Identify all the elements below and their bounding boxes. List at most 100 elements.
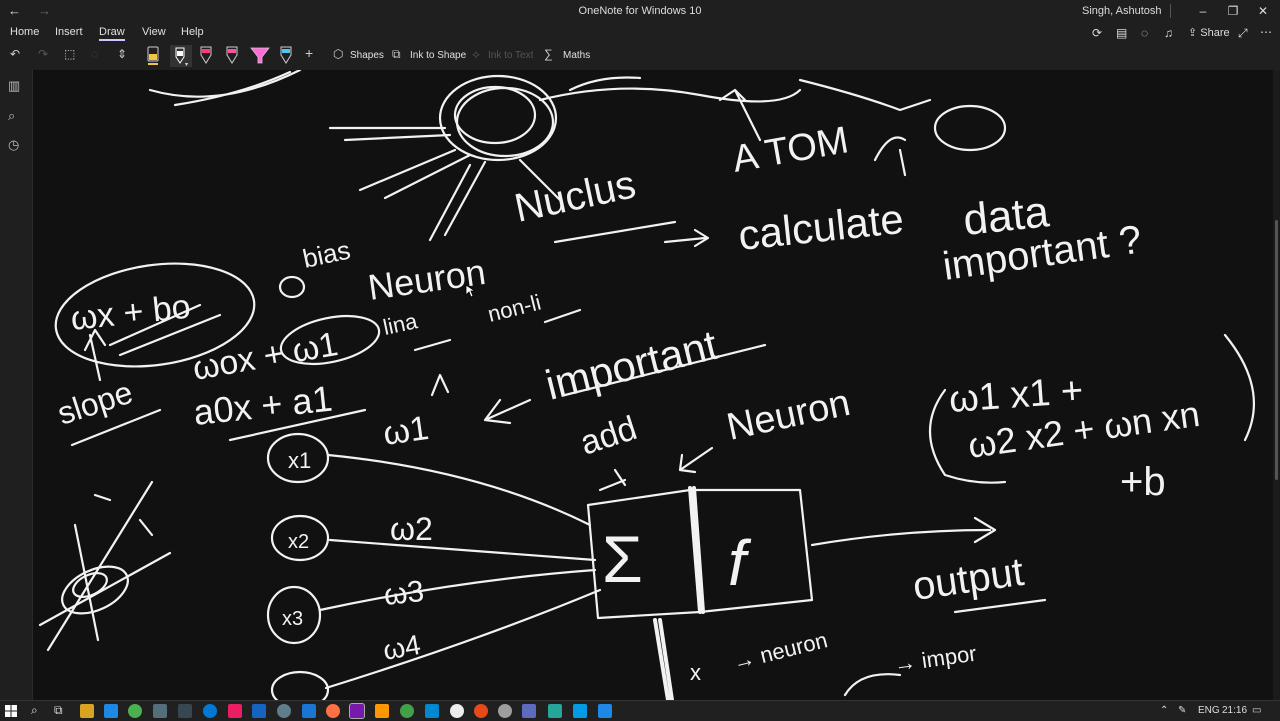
app-icon[interactable] [474,704,488,718]
language-indicator[interactable]: ENG [1198,705,1220,716]
ink-formula: a0x + a1 [192,378,335,433]
app-icon[interactable] [228,704,242,718]
app-icon[interactable] [548,704,562,718]
expand-icon[interactable]: ⤢ [1238,26,1248,41]
ink-word-add: add [576,409,642,463]
clock[interactable]: 21:16 [1222,705,1247,716]
chevron-up-icon[interactable]: ⌃ [1160,705,1168,716]
pen-red-icon[interactable] [198,45,214,67]
share-icon: ⇪ [1188,27,1201,39]
ink-label-x1: x1 [288,448,311,473]
ink-to-text-icon[interactable]: ⟡ [472,47,480,65]
app-icon[interactable] [598,704,612,718]
ink-weight-w1: ω1 [381,409,431,453]
add-space-icon[interactable]: ⇕ [117,47,127,65]
ink-formula: +b [1120,460,1166,504]
sync-icon[interactable]: ⟳ [1092,26,1102,40]
restore-button[interactable]: ❐ [1218,2,1248,20]
edge-icon[interactable] [203,704,217,718]
tab-help[interactable]: Help [181,26,204,38]
shapes-icon[interactable]: ⬡ [333,47,343,65]
task-view-icon[interactable]: ⧉ [54,703,63,718]
notebook-icon[interactable]: ▤ [1116,26,1127,40]
highlighter-yellow-icon[interactable] [145,45,161,67]
windows-start-icon[interactable] [5,705,17,717]
tab-view[interactable]: View [142,26,166,38]
snipping-tool-icon[interactable] [153,704,167,718]
outlook-icon[interactable] [104,704,118,718]
minimize-button[interactable]: – [1188,2,1218,20]
recent-icon[interactable]: ◷ [8,137,19,153]
share-button[interactable]: ⇪ Share [1188,26,1230,39]
tab-insert[interactable]: Insert [55,26,83,38]
ink-to-text-button[interactable]: Ink to Text [488,50,533,61]
ink-nucleus-circle [453,85,537,145]
vscode-icon[interactable] [425,704,439,718]
ink-word-nonlinear: non-li [485,290,543,327]
maths-icon[interactable]: ∑ [544,47,553,65]
ink-to-shape-button[interactable]: Ink to Shape [410,50,466,61]
settings-icon[interactable] [277,704,291,718]
pen-pink-icon[interactable] [224,45,240,67]
ink-divider [688,486,705,614]
svg-text:▾: ▾ [185,62,188,67]
ink-word-nucleus: Nuclus [511,162,640,230]
search-icon[interactable]: ⌕ [8,108,15,124]
onedrive-icon[interactable] [573,704,587,718]
ink-word-slope: slope [53,374,137,432]
undo-icon[interactable]: ↶ [10,47,20,65]
teams-icon[interactable] [522,704,536,718]
lasso-select-icon[interactable]: ◌ [91,47,98,65]
ink-stroke [328,126,487,242]
maths-button[interactable]: Maths [563,50,590,61]
redo-icon[interactable]: ↷ [38,47,48,65]
ink-sigma: Σ [602,522,643,596]
ink-underline [953,598,1047,614]
ink-label-x3: x3 [282,608,303,630]
firefox-icon[interactable] [326,704,340,718]
lightbulb-icon[interactable]: ◌ [1141,26,1148,40]
vlc-icon[interactable] [375,704,389,718]
chrome-icon[interactable] [400,704,414,718]
taskbar: ⌕ ⧉ ⌃ ✎ ENG 21:16 ▭ [0,700,1280,721]
pen-blue-icon[interactable] [278,45,294,67]
shapes-button[interactable]: Shapes [350,50,384,61]
ink-arrow [663,228,710,248]
word-icon[interactable] [252,704,266,718]
more-icon[interactable]: ⋯ [1260,25,1272,39]
file-explorer-icon[interactable] [80,704,94,718]
user-name[interactable]: Singh, Ashutosh [1082,5,1162,17]
pen-white-icon[interactable]: ▾ [170,45,192,67]
ink-arrow [678,446,714,474]
menu-bar: Home Insert Draw View Help ⟳ ▤ ◌ ♫ ⇪ Sha… [0,22,1280,42]
share-label: Share [1200,27,1230,39]
ink-stroke [873,136,907,177]
calculator-icon[interactable] [178,704,192,718]
notebooks-icon[interactable]: ▥ [8,78,20,94]
app-icon[interactable] [302,704,316,718]
ink-to-shape-icon[interactable]: ⧉ [392,47,401,65]
notifications-icon[interactable]: ▭ [1252,705,1261,716]
vertical-scrollbar[interactable] [1273,70,1280,700]
tab-draw[interactable]: Draw [99,26,125,41]
ink-function-f: f [728,527,752,599]
scrollbar-thumb[interactable] [1275,220,1278,480]
pen-icon[interactable]: ✎ [1178,705,1186,716]
page-canvas[interactable]: A TOM Nuclus calculate data important ? … [33,70,1273,700]
ink-arrow [718,88,762,142]
ink-word-output: output [910,550,1026,609]
tab-home[interactable]: Home [10,26,39,38]
add-pen-icon[interactable]: + [305,45,313,63]
ink-ellipse [61,565,129,615]
bell-icon[interactable]: ♫ [1164,26,1173,40]
close-button[interactable]: ✕ [1248,2,1278,20]
select-objects-icon[interactable]: ⬚ [64,47,75,65]
chrome-icon[interactable] [128,704,142,718]
search-icon[interactable]: ⌕ [31,703,38,718]
app-icon[interactable] [450,704,464,718]
ink-nucleus-circle [455,86,555,158]
highlighter-magenta-icon[interactable] [250,45,270,67]
ink-word-important: → impor [892,641,978,677]
onenote-icon[interactable] [349,703,365,719]
github-icon[interactable] [498,704,512,718]
